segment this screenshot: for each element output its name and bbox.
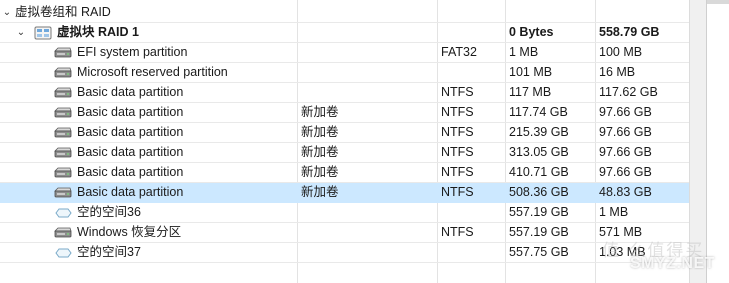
partition-disk-icon [54, 147, 72, 158]
group-title: 虚拟卷组和 RAID [15, 5, 111, 19]
raid-start: 0 Bytes [509, 25, 554, 39]
partition-start: 557.19 GB [509, 225, 569, 239]
partition-disk-icon [54, 227, 72, 238]
partition-row[interactable]: Basic data partition 新加卷 NTFS 117.74 GB 97.6… [0, 103, 689, 123]
partition-size: 97.66 GB [599, 145, 652, 159]
partition-start: 508.36 GB [509, 185, 569, 199]
tree-row-raid[interactable]: ⌄ 虚拟块 RAID 1 0 Bytes 558.79 GB [0, 23, 689, 43]
partition-row[interactable]: Microsoft reserved partition 101 MB 16 MB [0, 63, 689, 83]
partition-name: Basic data partition [77, 105, 184, 119]
watermark-text: SMYZ.NET [630, 255, 715, 272]
partition-row[interactable]: Windows 恢复分区 NTFS 557.19 GB 571 MB [0, 223, 689, 243]
partition-start: 215.39 GB [509, 125, 569, 139]
partition-filesystem: NTFS [441, 125, 474, 139]
partition-name: 空的空间36 [77, 205, 141, 219]
partition-row[interactable]: 空的空间37 557.75 GB 1.03 MB [0, 243, 689, 263]
partition-filesystem: NTFS [441, 225, 474, 239]
partition-start: 117 MB [509, 85, 552, 99]
partition-disk-icon [54, 47, 72, 58]
partition-disk-icon [54, 167, 72, 178]
partition-start: 101 MB [509, 65, 553, 79]
free-space-icon [55, 248, 72, 258]
partition-label: 新加卷 [301, 125, 339, 139]
partition-size: 97.66 GB [599, 105, 652, 119]
partition-filesystem: NTFS [441, 105, 474, 119]
partition-name: Basic data partition [77, 85, 184, 99]
partition-name: Basic data partition [77, 185, 184, 199]
partition-filesystem: FAT32 [441, 45, 477, 59]
partition-label: 新加卷 [301, 185, 339, 199]
partition-tree: ⌄ 虚拟卷组和 RAID ⌄ 虚拟块 RAID 1 0 Bytes 558.79… [0, 0, 689, 283]
partition-disk-icon [54, 87, 72, 98]
pane-header-strip [707, 0, 729, 4]
raid-name: 虚拟块 RAID 1 [57, 25, 139, 39]
partition-row[interactable]: 空的空间36 557.19 GB 1 MB [0, 203, 689, 223]
partition-name: Windows 恢复分区 [77, 225, 182, 239]
expand-chevron-icon[interactable]: ⌄ [1, 3, 13, 23]
partition-start: 313.05 GB [509, 145, 569, 159]
partition-start: 117.74 GB [509, 105, 568, 119]
partition-row[interactable]: Basic data partition NTFS 117 MB 117.62 GB [0, 83, 689, 103]
partition-size: 100 MB [599, 45, 643, 59]
partition-name: Basic data partition [77, 145, 184, 159]
right-pane-edge [706, 0, 729, 283]
partition-row[interactable]: Basic data partition 新加卷 NTFS 508.36 GB 48.8… [0, 183, 689, 203]
partition-disk-icon [54, 107, 72, 118]
partition-start: 557.75 GB [509, 245, 569, 259]
partition-start: 410.71 GB [509, 165, 569, 179]
partition-name: Basic data partition [77, 125, 184, 139]
partition-disk-icon [54, 187, 72, 198]
raid-size: 558.79 GB [599, 25, 660, 39]
partition-row[interactable]: Basic data partition 新加卷 NTFS 410.71 GB 97.6… [0, 163, 689, 183]
partition-size: 16 MB [599, 65, 636, 79]
partition-disk-icon [54, 127, 72, 138]
partition-label: 新加卷 [301, 145, 339, 159]
partition-name: Basic data partition [77, 165, 184, 179]
tree-row-group[interactable]: ⌄ 虚拟卷组和 RAID [0, 3, 689, 23]
partition-label: 新加卷 [301, 165, 339, 179]
partition-filesystem: NTFS [441, 185, 474, 199]
partition-size: 48.83 GB [599, 185, 652, 199]
partition-disk-icon [54, 67, 72, 78]
partition-name: EFI system partition [77, 45, 188, 59]
partition-size: 97.66 GB [599, 165, 652, 179]
partition-row[interactable]: EFI system partition FAT32 1 MB 100 MB [0, 43, 689, 63]
partition-name: Microsoft reserved partition [77, 65, 228, 79]
partition-size: 117.62 GB [599, 85, 658, 99]
partition-size: 97.66 GB [599, 125, 652, 139]
partition-row[interactable]: Basic data partition 新加卷 NTFS 313.05 GB 97.6… [0, 143, 689, 163]
partition-filesystem: NTFS [441, 145, 474, 159]
partition-row[interactable]: Basic data partition 新加卷 NTFS 215.39 GB 97.6… [0, 123, 689, 143]
partition-filesystem: NTFS [441, 85, 474, 99]
free-space-icon [55, 208, 72, 218]
partition-filesystem: NTFS [441, 165, 474, 179]
partition-name: 空的空间37 [77, 245, 141, 259]
expand-chevron-icon[interactable]: ⌄ [15, 23, 27, 43]
partition-size: 1 MB [599, 205, 629, 219]
partition-start: 1 MB [509, 45, 539, 59]
raid-disk-icon [34, 26, 52, 40]
partition-label: 新加卷 [301, 105, 339, 119]
partition-start: 557.19 GB [509, 205, 569, 219]
